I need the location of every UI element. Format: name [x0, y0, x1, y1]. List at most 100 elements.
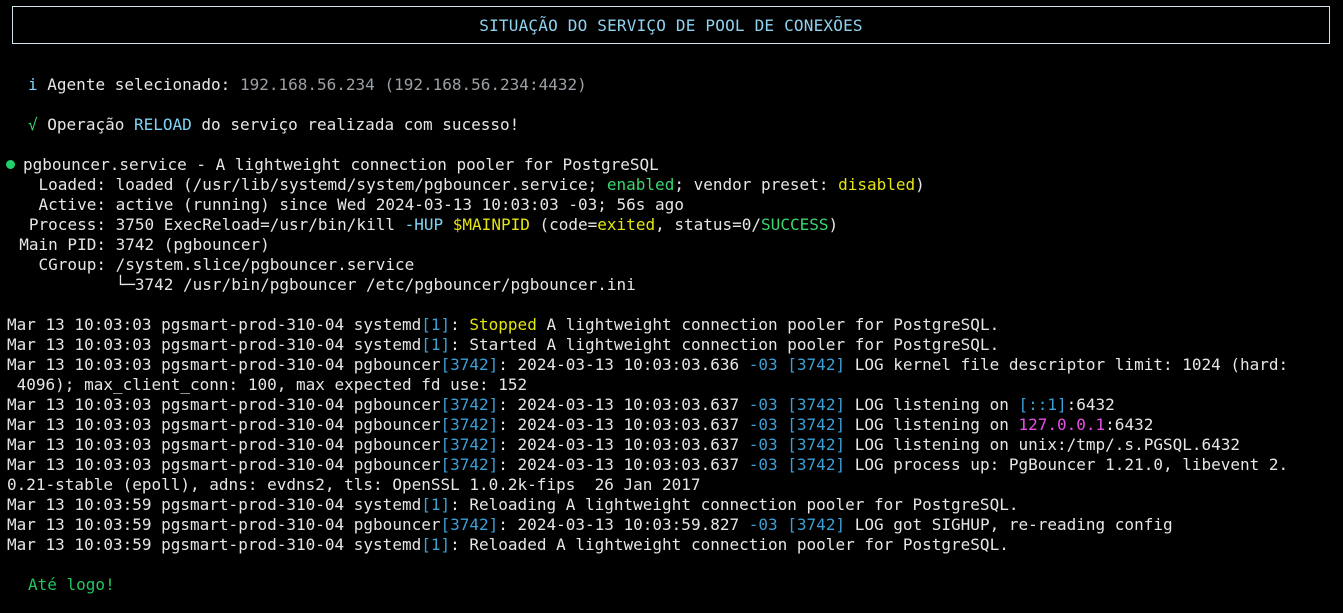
log-line: Mar 13 10:03:03 pgsmart-prod-310-04 pgbo… [7, 395, 1115, 415]
log-timestamp: : 2024-03-13 10:03:03.637 [498, 415, 749, 434]
log-line: Mar 13 10:03:03 pgsmart-prod-310-04 pgbo… [7, 455, 1288, 475]
active-label: Active: [38, 195, 106, 214]
status-dot-icon [6, 160, 15, 169]
service-line: pgbouncer.service - A lightweight connec… [0, 155, 659, 175]
log-address: 127.0.0.1 [1018, 415, 1106, 434]
goodbye-message: Até logo! [28, 575, 115, 594]
process-success: SUCCESS [761, 215, 829, 234]
log-tz: -03 [748, 355, 778, 374]
log-tag: [3742] [787, 435, 846, 454]
log-pid: [3742] [440, 515, 499, 534]
log-prefix: Mar 13 10:03:03 pgsmart-prod-310-04 syst… [7, 315, 422, 334]
page-title: SITUAÇÃO DO SERVIÇO DE POOL DE CONEXÕES [479, 15, 863, 35]
log-timestamp: : 2024-03-13 10:03:59.827 [498, 515, 749, 534]
log-prefix: Mar 13 10:03:03 pgsmart-prod-310-04 pgbo… [7, 355, 441, 374]
log-prefix: Mar 13 10:03:03 pgsmart-prod-310-04 pgbo… [7, 415, 441, 434]
log-message: A lightweight connection pooler for Post… [536, 315, 1000, 334]
log-tz: -03 [748, 455, 778, 474]
log-tag: [3742] [787, 415, 846, 434]
log-message: : Reloaded A lightweight connection pool… [450, 535, 1009, 554]
active-line: Active: active (running) since Wed 2024-… [0, 195, 684, 215]
operation-suffix: do serviço realizada com sucesso! [201, 115, 520, 134]
operation-prefix: Operação [47, 115, 125, 134]
log-line: Mar 13 10:03:03 pgsmart-prod-310-04 syst… [7, 335, 999, 355]
log-line-continuation: 4096); max_client_conn: 100, max expecte… [7, 375, 528, 395]
loaded-label: Loaded: [38, 175, 106, 194]
log-prefix: Mar 13 10:03:03 pgsmart-prod-310-04 pgbo… [7, 455, 441, 474]
log-line: Mar 13 10:03:59 pgsmart-prod-310-04 syst… [7, 495, 1018, 515]
check-icon: √ [28, 115, 38, 134]
log-pid: [3742] [440, 455, 499, 474]
active-value: active (running) since Wed 2024-03-13 10… [115, 195, 684, 214]
log-prefix: Mar 13 10:03:03 pgsmart-prod-310-04 syst… [7, 335, 422, 354]
process-label: Process: [28, 215, 106, 234]
log-tag: [3742] [787, 355, 846, 374]
log-tag: [3742] [787, 515, 846, 534]
log-pid: [3742] [440, 355, 499, 374]
log-message: LOG process up: PgBouncer 1.21.0, libeve… [845, 455, 1289, 474]
process-exited: exited [597, 215, 656, 234]
log-prefix: Mar 13 10:03:03 pgsmart-prod-310-04 pgbo… [7, 395, 441, 414]
log-pid: [1] [421, 495, 451, 514]
log-message: 4096); max_client_conn: 100, max expecte… [7, 375, 528, 394]
log-message: 0.21-stable (epoll), adns: evdns2, tls: … [7, 475, 701, 494]
info-icon: i [28, 75, 38, 94]
loaded-path: loaded (/usr/lib/systemd/system/pgbounce… [115, 175, 598, 194]
log-pid: [1] [421, 535, 451, 554]
operation-action: RELOAD [133, 115, 192, 134]
process-status: , status=0/ [655, 215, 762, 234]
log-prefix: Mar 13 10:03:03 pgsmart-prod-310-04 pgbo… [7, 435, 441, 454]
log-colon: : [450, 315, 470, 334]
cgroup-label: CGroup: [38, 255, 106, 274]
log-message: LOG got SIGHUP, re-reading config [845, 515, 1173, 534]
log-pid: [3742] [440, 435, 499, 454]
cgroup-line: CGroup: /system.slice/pgbouncer.service [0, 255, 415, 275]
log-stopped: Stopped [469, 315, 537, 334]
loaded-post: ) [915, 175, 925, 194]
log-timestamp: : 2024-03-13 10:03:03.637 [498, 455, 749, 474]
log-pid: [1] [421, 335, 451, 354]
agent-label: Agente selecionado: [47, 75, 231, 94]
process-code: (code= [539, 215, 598, 234]
operation-line: √ Operação RELOAD do serviço realizada c… [28, 115, 519, 135]
log-tz: -03 [748, 435, 778, 454]
log-message: LOG listening on [845, 415, 1019, 434]
process-mainpid: $MAINPID [452, 215, 530, 234]
log-prefix: Mar 13 10:03:59 pgsmart-prod-310-04 syst… [7, 535, 422, 554]
log-port: :6432 [1066, 395, 1115, 414]
title-box: SITUAÇÃO DO SERVIÇO DE POOL DE CONEXÕES [12, 6, 1330, 44]
log-prefix: Mar 13 10:03:59 pgsmart-prod-310-04 pgbo… [7, 515, 441, 534]
log-message: LOG kernel file descriptor limit: 1024 (… [845, 355, 1289, 374]
service-title: pgbouncer.service - A lightweight connec… [23, 155, 659, 174]
mainpid-label: Main PID: [19, 235, 106, 254]
log-message: LOG listening on unix:/tmp/.s.PGSQL.6432 [845, 435, 1241, 454]
log-message: : Started A lightweight connection poole… [450, 335, 1000, 354]
log-line: Mar 13 10:03:03 pgsmart-prod-310-04 pgbo… [7, 415, 1153, 435]
log-line: Mar 13 10:03:59 pgsmart-prod-310-04 pgbo… [7, 515, 1173, 535]
process-post: ) [828, 215, 839, 234]
log-pid: [3742] [440, 395, 499, 414]
log-pid: [1] [421, 315, 451, 334]
log-timestamp: : 2024-03-13 10:03:03.637 [498, 435, 749, 454]
log-port: :6432 [1105, 415, 1154, 434]
log-pid: [3742] [440, 415, 499, 434]
loaded-mid: ; vendor preset: [674, 175, 829, 194]
mainpid-value: 3742 (pgbouncer) [115, 235, 270, 254]
log-line-continuation: 0.21-stable (epoll), adns: evdns2, tls: … [7, 475, 701, 495]
agent-value: 192.168.56.234 (192.168.56.234:4432) [239, 75, 587, 94]
agent-line: i Agente selecionado: 192.168.56.234 (19… [28, 75, 587, 95]
log-line: Mar 13 10:03:03 pgsmart-prod-310-04 pgbo… [7, 435, 1240, 455]
loaded-line: Loaded: loaded (/usr/lib/systemd/system/… [0, 175, 925, 195]
log-address: [::1] [1018, 395, 1067, 414]
log-tag: [3742] [787, 455, 846, 474]
loaded-enabled: enabled [606, 175, 675, 194]
log-tz: -03 [748, 415, 778, 434]
log-tz: -03 [748, 395, 778, 414]
process-line: Process: 3750 ExecReload=/usr/bin/kill -… [0, 215, 838, 235]
log-prefix: Mar 13 10:03:59 pgsmart-prod-310-04 syst… [7, 495, 422, 514]
log-tag: [3742] [787, 395, 846, 414]
process-hup: -HUP [404, 215, 444, 234]
log-tz: -03 [748, 515, 778, 534]
log-line: Mar 13 10:03:59 pgsmart-prod-310-04 syst… [7, 535, 1009, 555]
log-line: Mar 13 10:03:03 pgsmart-prod-310-04 pgbo… [7, 355, 1288, 375]
